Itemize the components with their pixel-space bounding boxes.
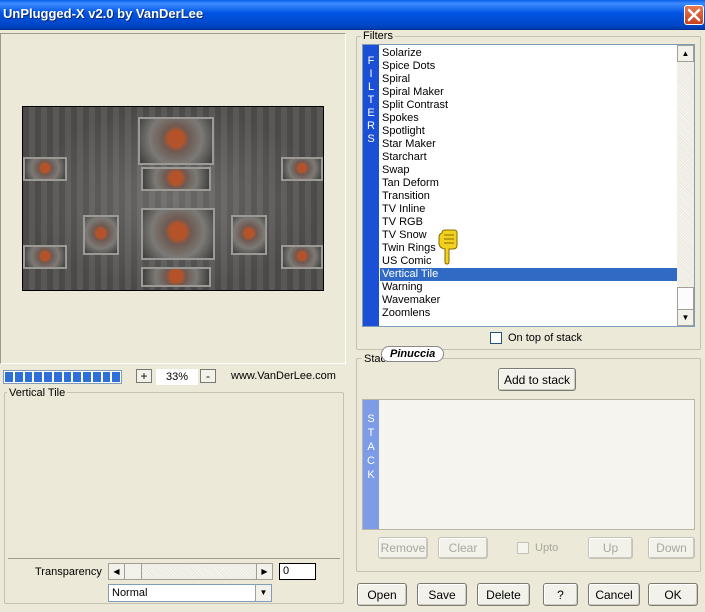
zoom-out-button[interactable]: -	[200, 369, 216, 383]
blend-mode-value: Normal	[112, 587, 148, 599]
scroll-thumb[interactable]	[677, 287, 694, 310]
filter-item[interactable]: TV Inline	[380, 203, 425, 216]
stack-strip: STACK	[363, 400, 379, 529]
close-icon	[687, 8, 701, 22]
website-link[interactable]: www.VanDerLee.com	[231, 370, 336, 382]
zoom-in-button[interactable]: +	[136, 369, 152, 383]
filter-item[interactable]: US Comic	[380, 255, 432, 268]
stack-listbox[interactable]: STACK	[362, 399, 695, 530]
upto-checkbox[interactable]	[517, 542, 529, 554]
arrow-right-icon[interactable]: ▶	[256, 563, 273, 580]
window-title: UnPlugged-X v2.0 by VanDerLee	[3, 6, 204, 21]
filter-item[interactable]: Spokes	[380, 112, 419, 125]
filter-item[interactable]: Warning	[380, 281, 423, 294]
remove-button[interactable]: Remove	[378, 537, 428, 559]
filter-item-selected[interactable]: Vertical Tile	[380, 268, 677, 281]
zoom-value: 33%	[156, 369, 198, 385]
filter-item[interactable]: Starchart	[380, 151, 427, 164]
cancel-button[interactable]: Cancel	[588, 583, 640, 606]
open-button[interactable]: Open	[357, 583, 407, 606]
up-button[interactable]: Up	[588, 537, 633, 559]
filter-item[interactable]: Wavemaker	[380, 294, 440, 307]
filter-item[interactable]: TV Snow	[380, 229, 427, 242]
add-to-stack-button[interactable]: Add to stack	[498, 368, 576, 391]
filters-scrollbar[interactable]: ▲ ▼	[677, 45, 694, 326]
slider-thumb[interactable]	[124, 563, 142, 580]
filters-listbox[interactable]: FILTERS Solarize Spice Dots Spiral Spiral M…	[362, 44, 695, 327]
filter-item[interactable]: Spiral Maker	[380, 86, 444, 99]
delete-button[interactable]: Delete	[477, 583, 530, 606]
filter-item[interactable]: Tan Deform	[380, 177, 439, 190]
filter-item[interactable]: Spotlight	[380, 125, 425, 138]
filter-item[interactable]: Spiral	[380, 73, 410, 86]
filter-item[interactable]: Solarize	[380, 47, 422, 60]
filter-item[interactable]: Twin Rings	[380, 242, 436, 255]
transparency-slider[interactable]: ◀ ▶	[108, 563, 273, 580]
filter-item[interactable]: Swap	[380, 164, 410, 177]
chevron-down-icon[interactable]: ▼	[255, 585, 271, 601]
blend-mode-select[interactable]: Normal ▼	[108, 584, 272, 602]
on-top-label: On top of stack	[508, 332, 582, 344]
upto-label: Upto	[535, 542, 559, 554]
save-button[interactable]: Save	[417, 583, 467, 606]
filters-group-label: Filters	[361, 30, 395, 42]
filter-item[interactable]: Split Contrast	[380, 99, 448, 112]
arrow-left-icon[interactable]: ◀	[108, 563, 125, 580]
filter-item[interactable]: Star Maker	[380, 138, 436, 151]
filter-item[interactable]: Zoomlens	[380, 307, 430, 320]
ok-button[interactable]: OK	[648, 583, 698, 606]
down-button[interactable]: Down	[648, 537, 695, 559]
close-button[interactable]	[684, 5, 704, 25]
watermark: Pinuccia	[381, 346, 445, 362]
transparency-label: Transparency	[35, 566, 102, 578]
preview-image	[22, 106, 324, 291]
hand-pointer-icon	[438, 229, 458, 265]
filter-item[interactable]: TV RGB	[380, 216, 423, 229]
filter-settings-label: Vertical Tile	[7, 387, 68, 399]
progress-bar	[3, 370, 122, 384]
on-top-checkbox[interactable]	[490, 332, 502, 344]
filter-item[interactable]: Transition	[380, 190, 430, 203]
divider	[8, 558, 340, 559]
clear-button[interactable]: Clear	[438, 537, 488, 559]
arrow-down-icon[interactable]: ▼	[677, 309, 694, 326]
transparency-value-input[interactable]: 0	[279, 563, 316, 580]
filters-strip: FILTERS	[363, 45, 379, 326]
filter-item[interactable]: Spice Dots	[380, 60, 435, 73]
help-button[interactable]: ?	[543, 583, 578, 606]
arrow-up-icon[interactable]: ▲	[677, 45, 694, 62]
